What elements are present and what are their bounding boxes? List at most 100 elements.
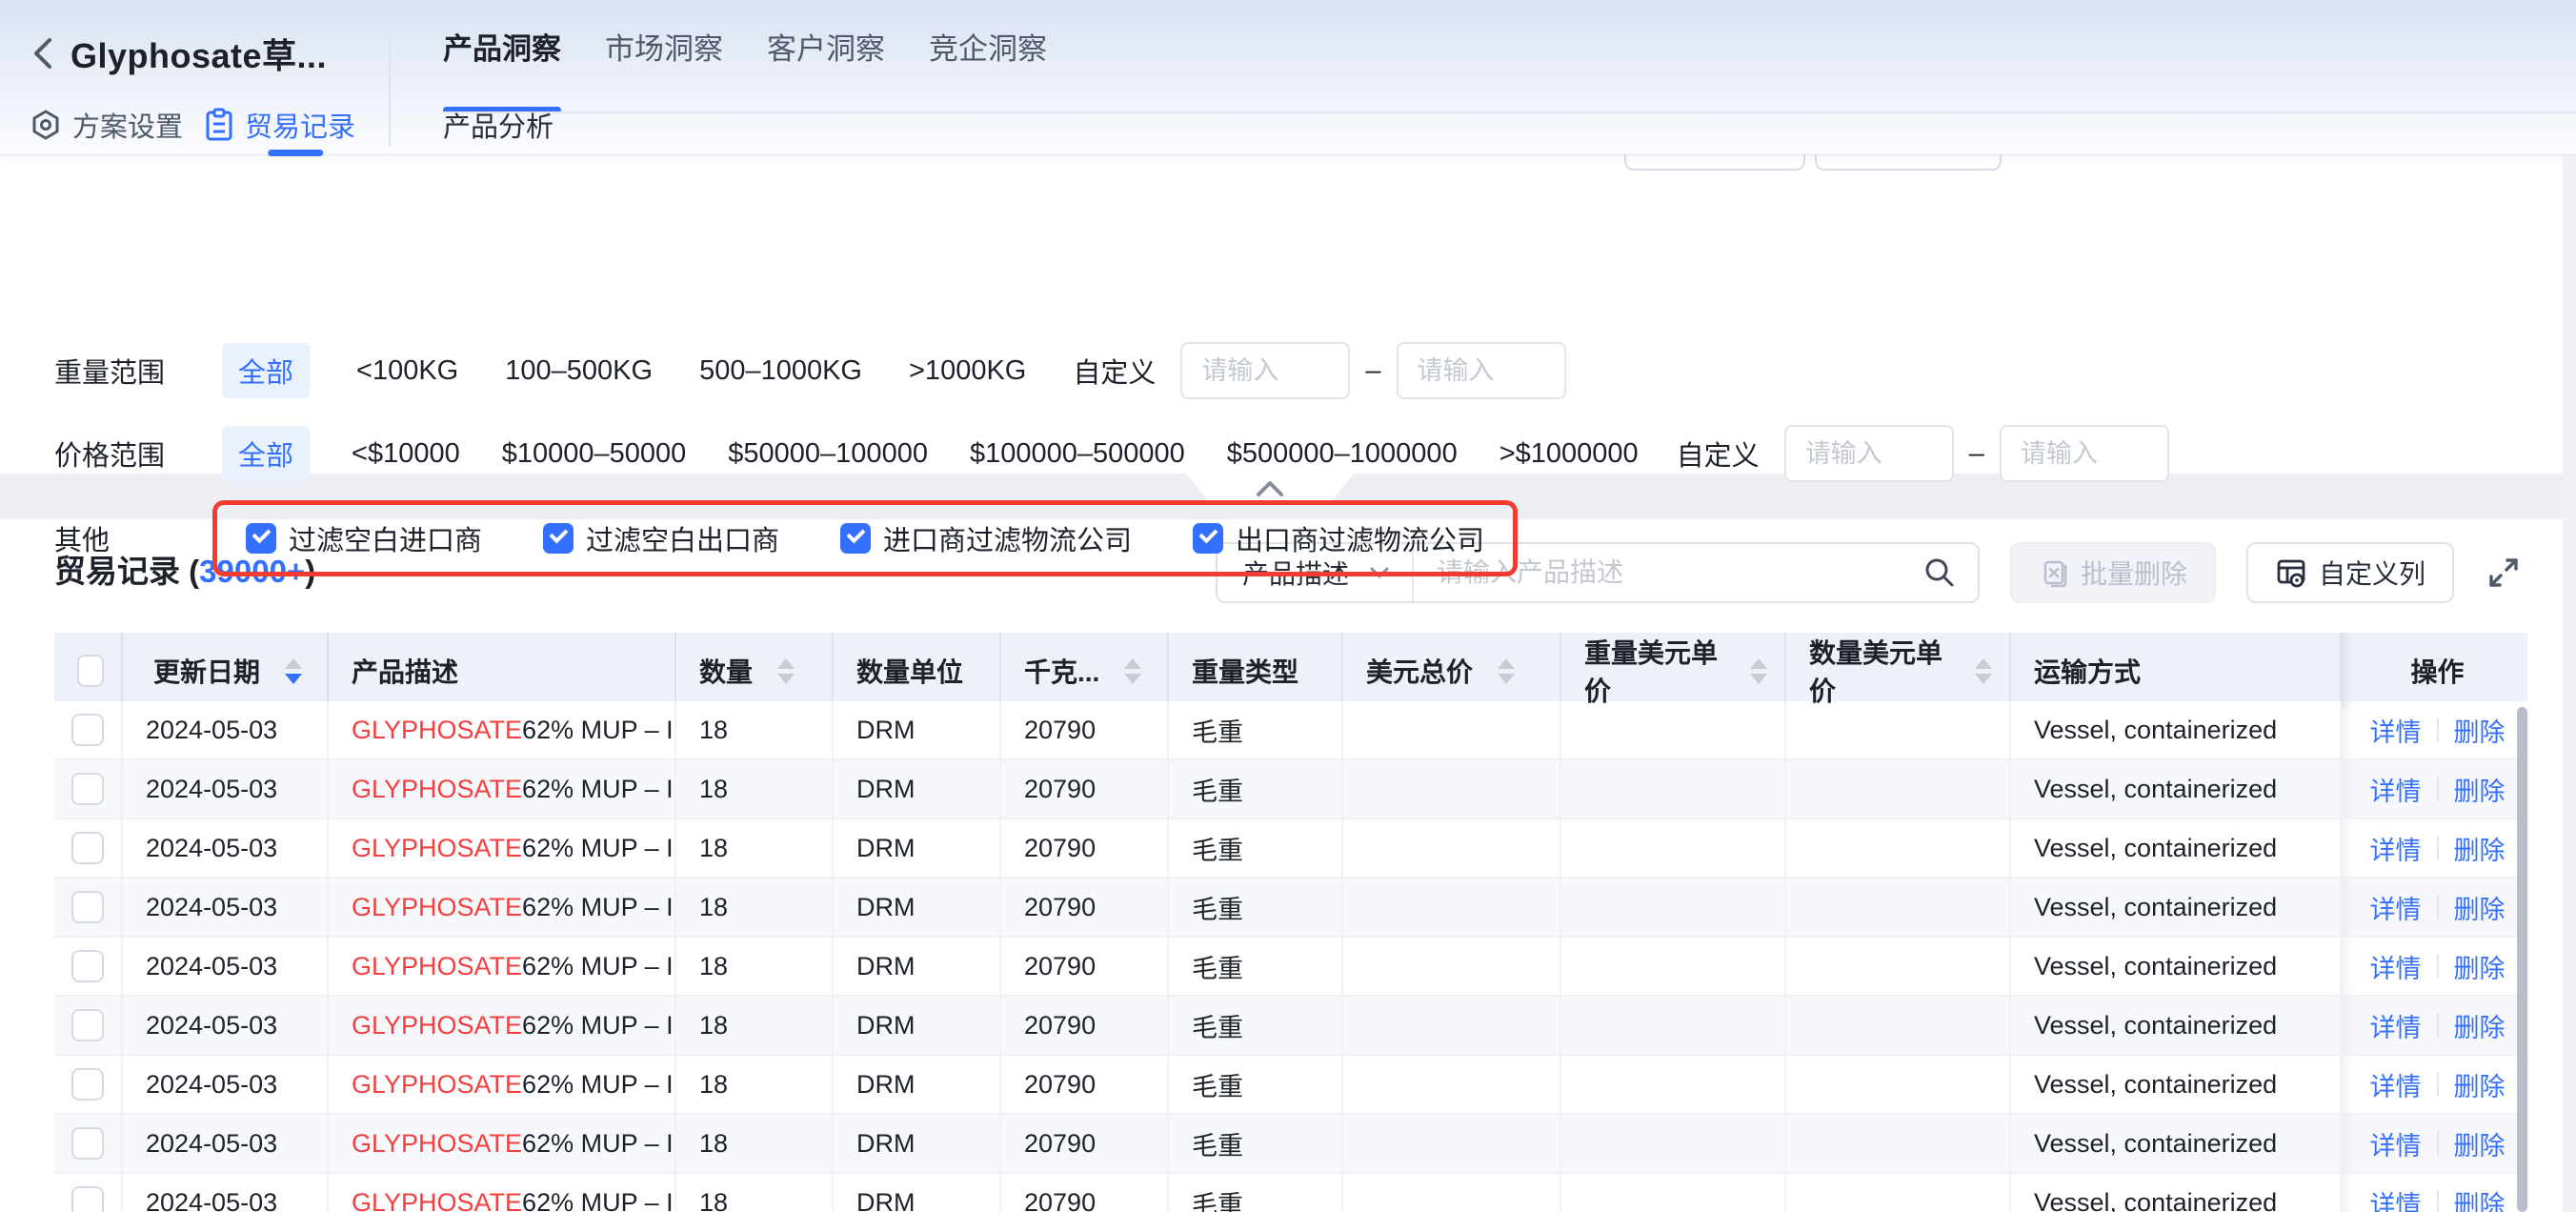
sort-control[interactable] bbox=[1498, 658, 1515, 684]
price-option-0[interactable]: 全部 bbox=[222, 426, 310, 481]
detail-link[interactable]: 详情 bbox=[2370, 1066, 2422, 1103]
column-header-weight-type[interactable]: 重量类型 bbox=[1169, 633, 1343, 709]
other-checkbox-1[interactable]: 过滤空白出口商 bbox=[543, 518, 779, 558]
page-scrollbar-track[interactable] bbox=[2563, 155, 2576, 1212]
detail-link[interactable]: 详情 bbox=[2370, 1007, 2422, 1044]
column-header-kg[interactable]: 千克... bbox=[1001, 633, 1169, 709]
row-checkbox[interactable] bbox=[71, 773, 104, 805]
column-header-quantity-unit[interactable]: 数量单位 bbox=[834, 633, 1001, 709]
detail-link[interactable]: 详情 bbox=[2370, 830, 2422, 867]
price-max-input[interactable] bbox=[2000, 425, 2169, 482]
row-checkbox[interactable] bbox=[71, 1127, 104, 1160]
row-checkbox[interactable] bbox=[71, 714, 104, 746]
weight-option-1[interactable]: <100KG bbox=[356, 355, 458, 387]
sort-asc-icon[interactable] bbox=[1498, 658, 1515, 669]
weight-option-2[interactable]: 100–500KG bbox=[505, 355, 653, 387]
select-all-checkbox[interactable] bbox=[77, 655, 104, 687]
delete-link[interactable]: 删除 bbox=[2454, 1125, 2506, 1162]
delete-link[interactable]: 删除 bbox=[2454, 889, 2506, 926]
row-checkbox[interactable] bbox=[71, 950, 104, 982]
column-header-actions[interactable]: 操作 bbox=[2342, 633, 2527, 709]
sort-asc-icon[interactable] bbox=[777, 658, 795, 669]
other-label: 其他 bbox=[54, 518, 222, 558]
sort-desc-icon[interactable] bbox=[285, 674, 302, 684]
sort-desc-icon[interactable] bbox=[1124, 674, 1141, 684]
price-min-input[interactable] bbox=[1784, 425, 1954, 482]
row-checkbox[interactable] bbox=[71, 832, 104, 864]
table-row: 2024-05-03GLYPHOSATE 62% MUP – I...18DRM… bbox=[54, 997, 2527, 1056]
sort-control[interactable] bbox=[1750, 658, 1767, 684]
checkbox-checked-icon[interactable] bbox=[840, 523, 871, 554]
delete-link[interactable]: 删除 bbox=[2454, 1184, 2506, 1212]
price-option-3[interactable]: $50000–100000 bbox=[728, 438, 928, 470]
product-rest: 62% MUP – I... bbox=[522, 1188, 676, 1212]
cell-usd-unit-weight bbox=[1561, 879, 1786, 938]
sort-desc-icon[interactable] bbox=[1750, 674, 1767, 684]
delete-link[interactable]: 删除 bbox=[2454, 771, 2506, 808]
delete-link[interactable]: 删除 bbox=[2454, 948, 2506, 985]
column-header-usd-unit-weight[interactable]: 重量美元单价 bbox=[1561, 633, 1786, 709]
checkbox-checked-icon[interactable] bbox=[1193, 523, 1223, 554]
sub-tab-trade-records[interactable]: 贸易记录 bbox=[204, 95, 355, 154]
sort-asc-icon[interactable] bbox=[285, 658, 302, 669]
cell-usd-unit-qty bbox=[1786, 760, 2011, 819]
sort-control[interactable] bbox=[1124, 658, 1141, 684]
sort-asc-icon[interactable] bbox=[1750, 658, 1767, 669]
product-rest: 62% MUP – I... bbox=[522, 1129, 676, 1159]
column-header-product-desc[interactable]: 产品描述 bbox=[329, 633, 676, 709]
table-vertical-scrollbar[interactable] bbox=[2517, 707, 2527, 1212]
other-checkbox-3[interactable]: 出口商过滤物流公司 bbox=[1193, 518, 1484, 558]
price-custom-label[interactable]: 自定义 bbox=[1677, 434, 1760, 474]
row-checkbox[interactable] bbox=[71, 1009, 104, 1041]
delete-link[interactable]: 删除 bbox=[2454, 830, 2506, 867]
column-header-quantity[interactable]: 数量 bbox=[676, 633, 834, 709]
column-header-usd-unit-qty[interactable]: 数量美元单价 bbox=[1786, 633, 2011, 709]
sort-control[interactable] bbox=[777, 658, 795, 684]
weight-option-4[interactable]: >1000KG bbox=[909, 355, 1026, 387]
row-checkbox[interactable] bbox=[71, 1068, 104, 1101]
delete-link[interactable]: 删除 bbox=[2454, 1007, 2506, 1044]
other-checkbox-0[interactable]: 过滤空白进口商 bbox=[246, 518, 482, 558]
price-option-1[interactable]: <$10000 bbox=[352, 438, 460, 470]
detail-link[interactable]: 详情 bbox=[2370, 948, 2422, 985]
checkbox-label: 出口商过滤物流公司 bbox=[1236, 518, 1484, 558]
detail-link[interactable]: 详情 bbox=[2370, 712, 2422, 749]
sort-asc-icon[interactable] bbox=[1124, 658, 1141, 669]
weight-min-input[interactable] bbox=[1180, 342, 1350, 399]
column-header-update-date[interactable]: 更新日期 bbox=[123, 633, 329, 709]
row-checkbox[interactable] bbox=[71, 891, 104, 923]
price-option-2[interactable]: $10000–50000 bbox=[502, 438, 687, 470]
sort-control[interactable] bbox=[1975, 658, 1992, 684]
cell-update-date: 2024-05-03 bbox=[123, 1115, 329, 1174]
checkbox-checked-icon[interactable] bbox=[246, 523, 276, 554]
sub-tab-scheme-settings[interactable]: 方案设置 bbox=[30, 95, 183, 154]
detail-link[interactable]: 详情 bbox=[2370, 889, 2422, 926]
price-option-4[interactable]: $100000–500000 bbox=[970, 438, 1185, 470]
weight-option-3[interactable]: 500–1000KG bbox=[699, 355, 862, 387]
weight-custom-label[interactable]: 自定义 bbox=[1073, 351, 1156, 391]
detail-link[interactable]: 详情 bbox=[2370, 1125, 2422, 1162]
price-option-6[interactable]: >$1000000 bbox=[1499, 438, 1639, 470]
column-header-label: 千克... bbox=[1024, 652, 1099, 690]
sort-desc-icon[interactable] bbox=[777, 674, 795, 684]
sort-control[interactable] bbox=[285, 658, 302, 684]
row-checkbox[interactable] bbox=[71, 1186, 104, 1212]
column-header-transport[interactable]: 运输方式 bbox=[2011, 633, 2342, 709]
weight-max-input[interactable] bbox=[1397, 342, 1566, 399]
other-checkbox-2[interactable]: 进口商过滤物流公司 bbox=[840, 518, 1132, 558]
detail-link[interactable]: 详情 bbox=[2370, 1184, 2422, 1212]
checkbox-checked-icon[interactable] bbox=[543, 523, 574, 554]
sort-desc-icon[interactable] bbox=[1498, 674, 1515, 684]
column-header-usd-total[interactable]: 美元总价 bbox=[1343, 633, 1561, 709]
detail-link[interactable]: 详情 bbox=[2370, 771, 2422, 808]
sort-desc-icon[interactable] bbox=[1975, 674, 1992, 684]
weight-option-0[interactable]: 全部 bbox=[222, 343, 310, 398]
price-option-5[interactable]: $500000–1000000 bbox=[1227, 438, 1458, 470]
delete-link[interactable]: 删除 bbox=[2454, 1066, 2506, 1103]
action-divider bbox=[2437, 777, 2439, 801]
delete-link[interactable]: 删除 bbox=[2454, 712, 2506, 749]
back-icon[interactable] bbox=[29, 32, 57, 74]
cell-actions: 详情删除 bbox=[2342, 819, 2527, 879]
secondary-tab-product-analysis[interactable]: 产品分析 bbox=[443, 95, 553, 154]
sort-asc-icon[interactable] bbox=[1975, 658, 1992, 669]
